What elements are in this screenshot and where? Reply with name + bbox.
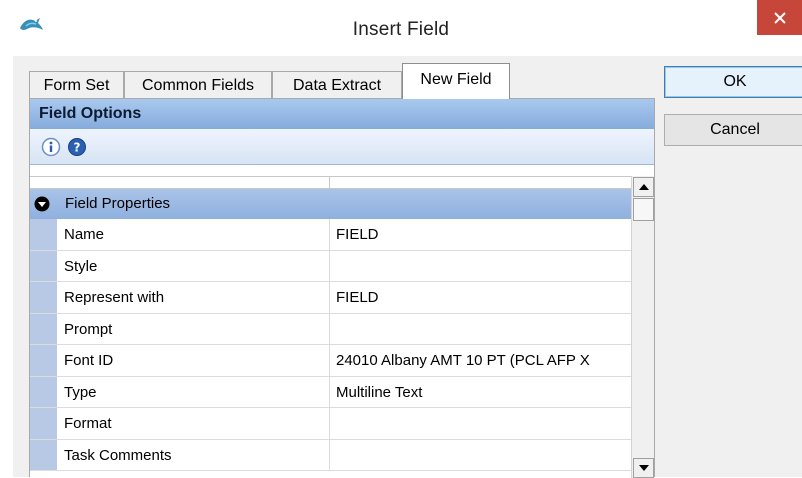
tab-new-field[interactable]: New Field (402, 63, 510, 99)
tab-form-set[interactable]: Form Set (29, 71, 124, 98)
row-gutter (30, 376, 57, 407)
vertical-scrollbar[interactable] (631, 176, 654, 478)
tab-common-fields[interactable]: Common Fields (124, 71, 272, 98)
help-icon[interactable]: ? (67, 137, 87, 157)
row-gutter (30, 408, 57, 439)
field-options-header: Field Options (30, 99, 654, 129)
property-name: Represent with (64, 289, 165, 306)
row-gutter (30, 439, 57, 470)
close-icon (773, 11, 786, 24)
property-rows: Name FIELD Style Represent with FIELD Pr… (30, 219, 631, 471)
row-divider (329, 345, 330, 376)
property-value[interactable]: Multiline Text (336, 377, 631, 408)
group-label: Field Properties (65, 195, 171, 212)
property-row-represent-with[interactable]: Represent with FIELD (30, 282, 631, 314)
scroll-up-button[interactable] (633, 177, 654, 197)
property-row-name[interactable]: Name FIELD (30, 219, 631, 251)
row-gutter (30, 345, 57, 376)
tab-data-extract[interactable]: Data Extract (272, 71, 402, 98)
row-divider (329, 282, 330, 313)
dialog-client-area: Form Set Common Fields Data Extract New … (13, 56, 802, 478)
close-button[interactable] (757, 0, 802, 35)
arrow-up-icon (638, 184, 649, 190)
field-options-panel: Field Options ? Field Properties Name FI… (29, 98, 655, 478)
property-value[interactable]: FIELD (336, 282, 631, 313)
row-divider (329, 439, 330, 470)
row-divider (329, 313, 330, 344)
collapse-arrow-icon[interactable] (34, 196, 50, 212)
scroll-down-button[interactable] (633, 458, 654, 478)
field-options-toolbar: ? (30, 129, 654, 165)
property-row-font-id[interactable]: Font ID 24010 Albany AMT 10 PT (PCL AFP … (30, 345, 631, 377)
group-row-field-properties[interactable]: Field Properties (30, 189, 631, 219)
window-title: Insert Field (352, 19, 450, 40)
property-name: Task Comments (64, 446, 172, 464)
property-row-format[interactable]: Format (30, 408, 631, 440)
row-divider (329, 408, 330, 439)
title-bar: Insert Field (0, 0, 802, 56)
property-name: Type (64, 383, 97, 401)
ok-button[interactable]: OK (664, 66, 802, 98)
property-value[interactable]: FIELD (336, 219, 631, 250)
property-row-prompt[interactable]: Prompt (30, 313, 631, 345)
property-name: Format (64, 415, 112, 432)
arrow-down-icon (638, 465, 649, 471)
grid-header (30, 176, 631, 189)
row-gutter (30, 250, 57, 281)
scroll-thumb[interactable] (633, 198, 654, 221)
cancel-button[interactable]: Cancel (664, 114, 802, 146)
row-divider (329, 219, 330, 250)
property-grid: Field Properties Name FIELD Style Repres… (30, 176, 631, 478)
svg-text:?: ? (74, 141, 81, 155)
row-divider (329, 376, 330, 407)
row-gutter (30, 313, 57, 344)
property-name: Name (64, 226, 105, 243)
grid-header-divider[interactable] (329, 177, 330, 189)
info-icon[interactable] (41, 137, 61, 157)
row-gutter (30, 219, 57, 250)
property-name: Style (64, 257, 98, 275)
property-name: Prompt (64, 320, 113, 338)
property-value[interactable]: 24010 Albany AMT 10 PT (PCL AFP X (336, 345, 631, 376)
property-row-task-comments[interactable]: Task Comments (30, 439, 631, 471)
property-row-type[interactable]: Type Multiline Text (30, 376, 631, 408)
property-row-style[interactable]: Style (30, 250, 631, 282)
row-gutter (30, 282, 57, 313)
row-divider (329, 250, 330, 281)
property-name: Font ID (64, 352, 114, 369)
